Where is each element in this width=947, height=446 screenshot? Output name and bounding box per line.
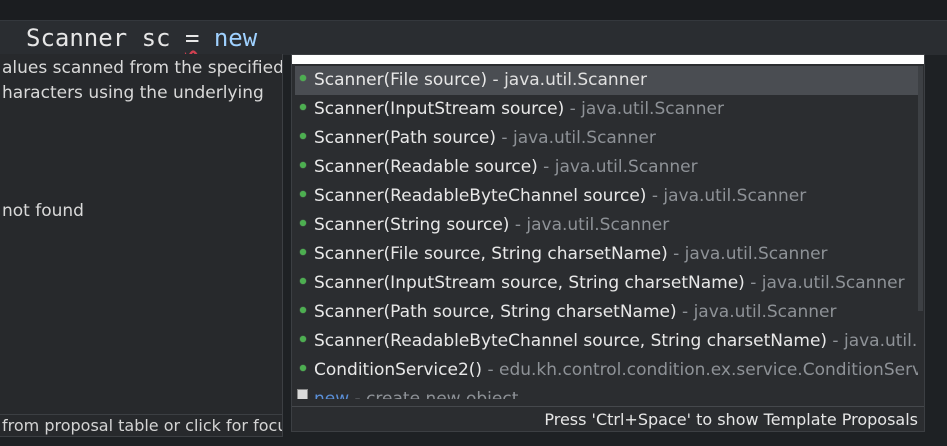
proposal-qualifier: - java.util.Scanner	[487, 70, 647, 90]
proposal-qualifier: - java.util.Scanner	[646, 186, 807, 206]
public-method-icon	[300, 336, 306, 342]
proposal-signature: Scanner(Readable source)	[314, 157, 538, 177]
proposal-item[interactable]: Scanner(Path source) - java.util.Scanner	[295, 124, 918, 153]
content-assist-popup[interactable]: Scanner(File source) - java.util.Scanner…	[291, 54, 925, 432]
proposal-qualifier: - java.util.Scanner	[676, 302, 837, 322]
proposal-list[interactable]: Scanner(File source) - java.util.Scanner…	[292, 66, 924, 406]
proposal-signature: Scanner(String source)	[314, 215, 510, 235]
proposal-qualifier: - java.util.Scanner	[496, 128, 656, 148]
proposal-item[interactable]: Scanner(InputStream source, String chars…	[295, 269, 918, 298]
code-keyword-new: new	[213, 24, 258, 52]
proposal-scrollbar[interactable]	[918, 66, 923, 406]
proposal-signature: Scanner(Path source, String charsetName)	[314, 302, 677, 322]
public-method-icon	[300, 307, 306, 313]
proposal-signature: Scanner(ReadableByteChannel source, Stri…	[314, 331, 828, 351]
editor-top-strip	[0, 0, 947, 20]
proposal-signature: Scanner(ReadableByteChannel source)	[314, 186, 647, 206]
public-method-icon	[300, 249, 306, 255]
proposal-qualifier: - edu.kh.control.condition.ex.service.Co…	[482, 360, 918, 380]
code-prefix: Scanner sc	[26, 24, 185, 52]
template-icon	[297, 389, 308, 399]
template-proposal-item[interactable]: new - create new object	[295, 385, 918, 399]
template-keyword: new	[314, 389, 350, 399]
javadoc-hover-panel[interactable]: alues scanned from the specified haracte…	[0, 54, 283, 437]
public-method-icon	[300, 133, 306, 139]
proposal-signature: ConditionService2()	[314, 360, 483, 380]
proposal-qualifier: - java.util.Scanner	[537, 157, 698, 177]
public-method-icon	[300, 191, 306, 197]
proposal-item[interactable]: Scanner(Readable source) - java.util.Sca…	[295, 153, 918, 182]
doc-line-2: haracters using the underlying	[2, 83, 264, 103]
proposal-signature: Scanner(File source, String charsetName)	[314, 244, 668, 264]
public-method-icon	[300, 220, 306, 226]
doc-line-3: not found	[2, 201, 84, 221]
proposal-item[interactable]: Scanner(String source) - java.util.Scann…	[295, 211, 918, 240]
public-method-icon	[300, 162, 306, 168]
template-description: - create new object	[349, 389, 519, 399]
editor-code-line[interactable]: Scanner sc = new	[0, 20, 947, 55]
proposal-signature: Scanner(Path source)	[314, 128, 497, 148]
public-method-icon	[300, 278, 306, 284]
proposal-item[interactable]: Scanner(ReadableByteChannel source, Stri…	[295, 327, 918, 356]
public-method-icon	[300, 75, 306, 81]
proposal-item[interactable]: ConditionService2() - edu.kh.control.con…	[295, 356, 918, 385]
doc-line-1: alues scanned from the specified	[2, 58, 283, 78]
scrollbar-thumb[interactable]	[918, 66, 923, 311]
public-method-icon	[300, 365, 306, 371]
template-proposals-hint[interactable]: Press 'Ctrl+Space' to show Template Prop…	[544, 407, 918, 431]
code-operator-error: =	[184, 24, 200, 52]
proposal-qualifier: - java.util.Scanner	[832, 331, 918, 351]
proposal-signature: Scanner(File source)	[314, 70, 488, 90]
doc-panel-footer: from proposal table or click for focus	[0, 414, 283, 435]
popup-header-bar	[292, 55, 924, 64]
public-method-icon	[300, 104, 306, 110]
proposal-qualifier: - java.util.Scanner	[509, 215, 670, 235]
proposal-item[interactable]: Scanner(File source) - java.util.Scanner	[295, 66, 918, 95]
proposal-qualifier: - java.util.Scanner	[667, 244, 828, 264]
proposal-item[interactable]: Scanner(InputStream source) - java.util.…	[295, 95, 918, 124]
popup-status-bar[interactable]: Press 'Ctrl+Space' to show Template Prop…	[292, 406, 924, 431]
proposal-item[interactable]: Scanner(Path source, String charsetName)…	[295, 298, 918, 327]
proposal-item[interactable]: Scanner(ReadableByteChannel source) - ja…	[295, 182, 918, 211]
proposal-qualifier: - java.util.Scanner	[744, 273, 905, 293]
proposal-qualifier: - java.util.Scanner	[564, 99, 725, 119]
proposal-signature: Scanner(InputStream source, String chars…	[314, 273, 745, 293]
code-text[interactable]: Scanner sc = new	[26, 21, 257, 55]
proposal-signature: Scanner(InputStream source)	[314, 99, 565, 119]
proposal-item[interactable]: Scanner(File source, String charsetName)…	[295, 240, 918, 269]
